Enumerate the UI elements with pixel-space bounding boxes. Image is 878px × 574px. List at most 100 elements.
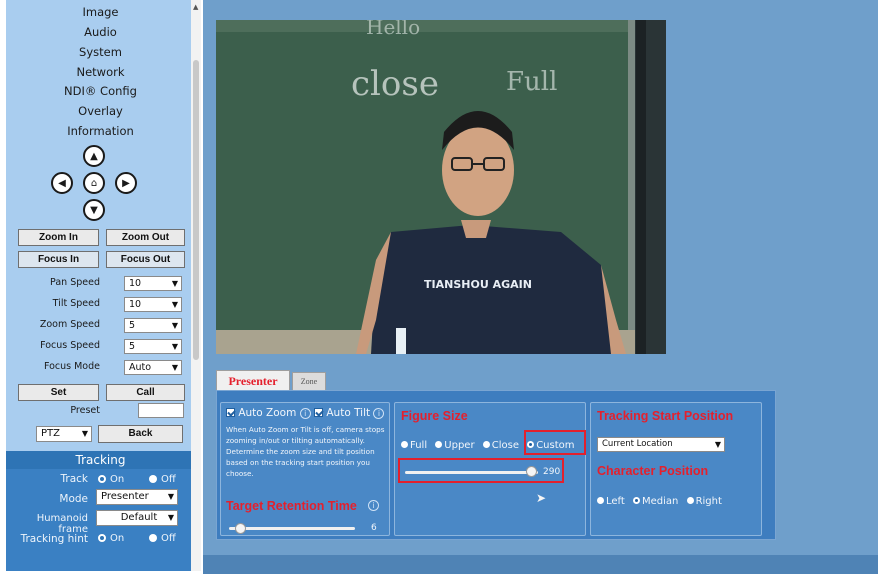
hint-off-radio[interactable]: Off — [149, 533, 176, 544]
tracking-mode-value: Presenter — [101, 491, 149, 502]
radio-selected-icon — [633, 497, 641, 504]
menu-image[interactable]: Image — [6, 5, 195, 19]
zoom-speed-value: 5 — [129, 320, 136, 331]
char-right-label: Right — [695, 496, 722, 507]
figure-size-card: Figure Size Full Upper Close Custom 290 … — [394, 402, 586, 536]
menu-system[interactable]: System — [6, 45, 195, 59]
tracking-header: Tracking — [6, 451, 195, 469]
tracking-section: Track On Off Mode Presenter ▼ Humanoid fr… — [6, 469, 195, 571]
radio-unselected-icon — [149, 475, 157, 483]
pan-left-button[interactable]: ◀ — [51, 172, 73, 194]
tracking-start-value: Current Location — [602, 439, 673, 449]
pan-speed-value: 10 — [129, 278, 142, 289]
pan-right-button[interactable]: ▶ — [115, 172, 137, 194]
camera-feed-image: Hello Full close TIANSHOU AGAIN — [216, 20, 666, 354]
arrow-right-icon: ▶ — [122, 177, 130, 189]
chevron-down-icon: ▼ — [171, 363, 178, 372]
slider-highlight-box — [398, 458, 564, 483]
auto-tilt-checkbox[interactable] — [314, 408, 324, 417]
zoom-out-button[interactable]: Zoom Out — [106, 229, 185, 246]
info-icon[interactable]: i — [373, 408, 385, 419]
character-position-title: Character Position — [597, 464, 709, 478]
char-right-radio[interactable]: Right — [686, 496, 722, 507]
video-preview: Hello Full close TIANSHOU AGAIN — [216, 20, 666, 354]
track-on-radio[interactable]: On — [98, 474, 124, 485]
retention-title: Target Retention Time — [226, 499, 357, 513]
arrow-down-icon: ▼ — [90, 204, 98, 216]
menu-audio[interactable]: Audio — [6, 25, 195, 39]
zoom-in-button[interactable]: Zoom In — [18, 229, 99, 246]
focus-speed-label: Focus Speed — [40, 340, 100, 351]
auto-zoom-checkbox[interactable] — [226, 408, 235, 417]
figure-size-title: Figure Size — [401, 409, 468, 423]
char-left-label: Left — [606, 496, 625, 507]
radio-unselected-icon — [435, 441, 443, 448]
zoom-speed-select[interactable]: 5 ▼ — [124, 318, 182, 333]
char-left-radio[interactable]: Left — [597, 496, 625, 507]
call-preset-button[interactable]: Call — [106, 384, 185, 401]
figure-close-label: Close — [491, 440, 520, 451]
character-position-options: Left Median Right — [597, 496, 722, 507]
info-icon[interactable]: i — [368, 500, 379, 511]
auto-zoom-card: Auto Zoom i Auto Tilt i When Auto Zoom o… — [220, 402, 390, 536]
menu-information[interactable]: Information — [6, 124, 195, 138]
custom-highlight-box — [524, 430, 586, 455]
chevron-down-icon: ▼ — [171, 279, 178, 288]
track-off-radio[interactable]: Off — [149, 474, 176, 485]
pan-up-button[interactable]: ▲ — [83, 145, 105, 167]
menu-network[interactable]: Network — [6, 65, 195, 79]
home-icon: ⌂ — [90, 177, 98, 189]
pan-speed-label: Pan Speed — [50, 277, 100, 288]
tracking-start-select[interactable]: Current Location ▼ — [597, 437, 725, 452]
char-median-radio[interactable]: Median — [633, 496, 678, 507]
figure-close-radio[interactable]: Close — [482, 440, 520, 451]
pan-speed-select[interactable]: 10 ▼ — [124, 276, 182, 291]
hint-on-label: On — [110, 533, 125, 544]
focus-in-button[interactable]: Focus In — [18, 251, 99, 268]
focus-mode-select[interactable]: Auto ▼ — [124, 360, 182, 375]
sidebar-scrollbar[interactable]: ▲ — [191, 0, 201, 571]
main-footer-bar — [203, 555, 878, 574]
track-on-label: On — [110, 474, 125, 485]
mode-label: Mode — [59, 493, 88, 505]
tracking-mode-select[interactable]: Presenter ▼ — [96, 489, 178, 505]
humanoid-frame-select[interactable]: Default ▼ — [96, 510, 178, 526]
figure-full-radio[interactable]: Full — [401, 440, 427, 451]
chevron-down-icon: ▼ — [714, 440, 721, 449]
arrow-up-icon: ▲ — [90, 150, 98, 162]
camera-web-ui: { "sidebar": { "menu": ["Image","Audio",… — [0, 0, 878, 574]
tab-zone[interactable]: Zone — [292, 372, 326, 390]
tab-presenter[interactable]: Presenter — [216, 370, 290, 390]
focus-out-button[interactable]: Focus Out — [106, 251, 185, 268]
auto-zoom-note: When Auto Zoom or Tilt is off, camera st… — [226, 425, 385, 478]
chevron-down-icon: ▼ — [171, 342, 178, 351]
ptz-mode-select[interactable]: PTZ ▼ — [36, 426, 92, 442]
scrollbar-thumb[interactable] — [193, 60, 199, 360]
info-icon[interactable]: i — [299, 408, 311, 419]
retention-slider-knob[interactable] — [235, 523, 247, 534]
radio-unselected-icon — [597, 497, 604, 504]
focus-speed-value: 5 — [129, 341, 136, 352]
chevron-down-icon: ▼ — [167, 513, 174, 522]
home-button[interactable]: ⌂ — [83, 172, 105, 194]
chalk-text-1: Hello — [366, 20, 420, 39]
menu-overlay[interactable]: Overlay — [6, 104, 195, 118]
tilt-speed-label: Tilt Speed — [52, 298, 100, 309]
figure-upper-radio[interactable]: Upper — [435, 440, 475, 451]
radio-unselected-icon — [686, 497, 694, 504]
presenter-settings-panel: Auto Zoom i Auto Tilt i When Auto Zoom o… — [216, 390, 776, 540]
pan-down-button[interactable]: ▼ — [83, 199, 105, 221]
auto-zoom-label: Auto Zoom — [238, 407, 297, 419]
back-button[interactable]: Back — [98, 425, 183, 443]
set-preset-button[interactable]: Set — [18, 384, 99, 401]
focus-speed-select[interactable]: 5 ▼ — [124, 339, 182, 354]
menu-ndi-config[interactable]: NDI® Config — [6, 84, 195, 98]
preset-input[interactable] — [138, 403, 184, 418]
tilt-speed-value: 10 — [129, 299, 142, 310]
retention-slider-track[interactable] — [229, 527, 355, 530]
figure-full-label: Full — [410, 440, 428, 451]
chevron-down-icon: ▼ — [167, 492, 174, 501]
tilt-speed-select[interactable]: 10 ▼ — [124, 297, 182, 312]
shirt-print-text: TIANSHOU AGAIN — [424, 278, 532, 291]
hint-on-radio[interactable]: On — [98, 533, 124, 544]
